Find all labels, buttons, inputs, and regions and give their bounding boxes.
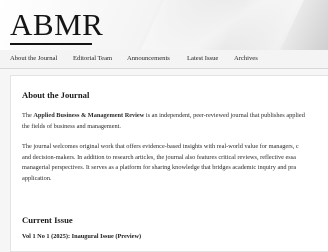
nav-item-editorial-team[interactable]: Editorial Team bbox=[73, 55, 112, 62]
nav-item-latest-issue[interactable]: Latest Issue bbox=[187, 55, 218, 62]
journal-name: Applied Business & Management Review bbox=[33, 112, 145, 119]
about-p1-rest: is an independent, peer-reviewed journal… bbox=[144, 112, 305, 119]
current-issue-heading: Current Issue bbox=[22, 215, 73, 225]
about-p1-prefix: The bbox=[22, 112, 34, 119]
about-heading: About the Journal bbox=[22, 90, 90, 100]
nav-item-about[interactable]: About the Journal bbox=[10, 55, 57, 62]
site-header: ABMR bbox=[0, 0, 328, 50]
about-p2-line-2: and decision-makers. In addition to rese… bbox=[22, 153, 296, 161]
about-p2-line-3: managerial perspectives. It serves as a … bbox=[22, 164, 297, 171]
header-background-sheen bbox=[122, 0, 318, 50]
about-p1-line-1: The Applied Business & Management Review… bbox=[22, 111, 328, 122]
primary-nav: About the Journal Editorial Team Announc… bbox=[0, 50, 328, 69]
about-p2-line-1: The journal welcomes original work that … bbox=[22, 143, 299, 150]
nav-item-announcements[interactable]: Announcements bbox=[127, 55, 170, 62]
journal-logo[interactable]: ABMR bbox=[10, 9, 103, 40]
about-p2-line-4: application. bbox=[22, 174, 52, 182]
about-paragraph-2: The journal welcomes original work that … bbox=[22, 142, 328, 184]
current-issue-title-link[interactable]: Vol 1 No 1 (2025): Inaugural Issue (Prev… bbox=[22, 233, 141, 240]
logo-underline bbox=[10, 43, 92, 45]
about-p1-line-2: the fields of business and management. bbox=[22, 122, 121, 130]
nav-item-archives[interactable]: Archives bbox=[234, 55, 258, 62]
about-paragraph-1: The Applied Business & Management Review… bbox=[22, 111, 328, 132]
